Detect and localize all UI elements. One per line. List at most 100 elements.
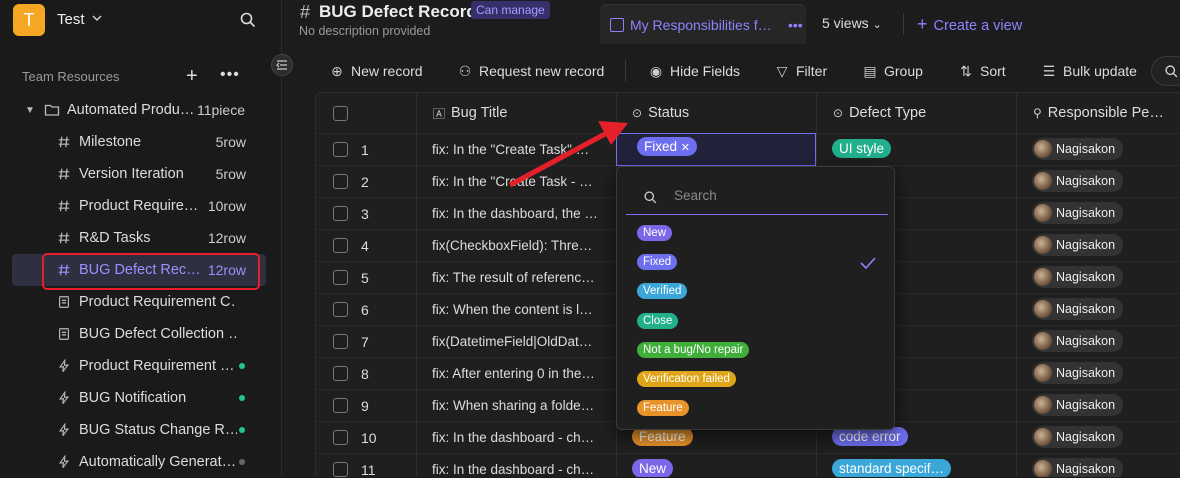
bug-title-cell[interactable]: fix: When the content is l… [432, 302, 602, 317]
status-option[interactable]: Not a bug/No repair [637, 341, 750, 358]
responsible-person[interactable]: Nagisakon [1032, 234, 1124, 256]
status-tag-label: Fixed [644, 139, 678, 154]
sidebar-item-label: BUG Defect Collection … [79, 326, 237, 342]
row-checkbox[interactable] [333, 366, 348, 381]
search-icon[interactable] [239, 11, 257, 29]
tab-my-responsibilities[interactable]: My Responsibilities f… ••• [600, 4, 806, 44]
more-icon[interactable]: ••• [788, 17, 803, 33]
sidebar-item[interactable]: Product Requirement … [12, 350, 266, 382]
filter-button[interactable]: ▽ Filter [774, 63, 828, 80]
row-checkbox[interactable] [333, 238, 348, 253]
responsible-person[interactable]: Nagisakon [1032, 138, 1124, 160]
sort-label: Sort [980, 63, 1006, 79]
more-icon[interactable]: ••• [220, 66, 240, 84]
sidebar-item[interactable]: BUG Defect Collection … [12, 318, 266, 350]
create-view-button[interactable]: + Create a view [917, 14, 1022, 35]
avatar [1034, 332, 1052, 350]
dropdown-search[interactable]: Search [626, 179, 888, 215]
add-icon[interactable]: + [186, 66, 198, 86]
row-checkbox[interactable] [333, 462, 348, 477]
status-option[interactable]: Feature [637, 400, 689, 417]
select-field-icon: ⊙ [632, 106, 643, 120]
bug-title-cell[interactable]: fix(DatetimeField|OldDat… [432, 334, 602, 349]
plus-circle-icon: ⊕ [331, 63, 343, 79]
workspace-name[interactable]: Test [57, 11, 85, 28]
page-description[interactable]: No description provided [299, 24, 430, 38]
row-checkbox[interactable] [333, 398, 348, 413]
status-option[interactable]: Verified [637, 283, 688, 300]
remove-icon[interactable]: ✕ [681, 142, 690, 154]
table-search-button[interactable] [1151, 56, 1180, 86]
sidebar-item-label: Milestone [79, 134, 142, 150]
sidebar-item[interactable]: Product Require… 10row [12, 190, 266, 222]
person-name: Nagisakon [1056, 270, 1116, 284]
row-checkbox[interactable] [333, 206, 348, 221]
defect-type-tag[interactable]: UI style [832, 139, 892, 158]
collapse-sidebar-button[interactable] [271, 54, 293, 76]
bug-title-cell[interactable]: fix(CheckboxField): Thre… [432, 238, 602, 253]
responsible-person[interactable]: Nagisakon [1032, 330, 1124, 352]
sidebar-item[interactable]: BUG Status Change R… [12, 414, 266, 446]
responsible-person[interactable]: Nagisakon [1032, 426, 1124, 448]
bulk-update-button[interactable]: ☰ Bulk update [1041, 63, 1137, 80]
sort-button[interactable]: ⇅ Sort [958, 63, 1006, 80]
responsible-person[interactable]: Nagisakon [1032, 266, 1124, 288]
column-header-responsible[interactable]: ⚲ Responsible Pe… [1033, 93, 1164, 133]
select-field-icon: ⊙ [833, 106, 844, 120]
workspace-avatar[interactable]: T [13, 4, 45, 36]
column-header-status[interactable]: ⊙ Status [632, 93, 689, 133]
bug-title-cell[interactable]: fix: After entering 0 in the… [432, 366, 602, 381]
folder-item[interactable]: ▼ Automated Produ… 11piece [12, 94, 266, 126]
row-checkbox[interactable] [333, 270, 348, 285]
row-number: 1 [361, 142, 369, 158]
bug-title-cell[interactable]: fix: In the "Create Task" … [432, 142, 602, 157]
bug-title-cell[interactable]: fix: When sharing a folde… [432, 398, 602, 413]
row-checkbox[interactable] [333, 142, 348, 157]
eye-icon: ◉ [649, 63, 663, 79]
column-header-defect-type[interactable]: ⊙ Defect Type [833, 93, 926, 133]
responsible-person[interactable]: Nagisakon [1032, 298, 1124, 320]
responsible-person[interactable]: Nagisakon [1032, 362, 1124, 384]
responsible-person[interactable]: Nagisakon [1032, 394, 1124, 416]
request-new-record-button[interactable]: ⚇ Request new record [457, 63, 605, 80]
new-record-button[interactable]: ⊕ New record [329, 63, 422, 80]
sidebar-item[interactable]: BUG Notification [12, 382, 266, 414]
row-checkbox[interactable] [333, 174, 348, 189]
responsible-person[interactable]: Nagisakon [1032, 458, 1124, 477]
search-placeholder[interactable]: Search [674, 188, 717, 203]
bug-title-cell[interactable]: fix: The result of referenc… [432, 270, 602, 285]
chevron-down-icon[interactable] [91, 12, 103, 24]
sidebar-item[interactable]: Product Requirement C… [12, 286, 266, 318]
select-all-checkbox[interactable] [333, 106, 348, 121]
column-label: Defect Type [849, 105, 927, 121]
row-number: 3 [361, 206, 369, 222]
column-header-bug-title[interactable]: 🄰 Bug Title [433, 93, 507, 133]
bug-title-cell[interactable]: fix: In the dashboard - ch… [432, 462, 602, 477]
status-cell-editing[interactable]: Fixed ✕ [616, 133, 816, 166]
responsible-person[interactable]: Nagisakon [1032, 202, 1124, 224]
row-checkbox[interactable] [333, 302, 348, 317]
person-icon: ⚲ [1033, 106, 1042, 120]
caret-down-icon[interactable]: ▼ [22, 102, 38, 118]
chevron-down-icon: ⌄ [872, 19, 882, 31]
bug-title-cell[interactable]: fix: In the dashboard - ch… [432, 430, 602, 445]
bug-title-cell[interactable]: fix: In the "Create Task - … [432, 174, 602, 189]
group-button[interactable]: ▤ Group [862, 63, 923, 80]
sidebar-item[interactable]: Milestone 5row [12, 126, 266, 158]
sidebar-item[interactable]: Automatically Generat… [12, 446, 266, 478]
row-checkbox[interactable] [333, 334, 348, 349]
defect-type-tag[interactable]: standard specif… [832, 459, 952, 477]
status-dot [239, 363, 245, 369]
hide-fields-button[interactable]: ◉ Hide Fields [648, 63, 740, 80]
status-option[interactable]: Verification failed [637, 371, 736, 387]
responsible-person[interactable]: Nagisakon [1032, 170, 1124, 192]
bug-title-cell[interactable]: fix: In the dashboard, the … [432, 206, 602, 221]
status-option[interactable]: Fixed [637, 254, 678, 271]
sidebar-item[interactable]: Version Iteration 5row [12, 158, 266, 190]
row-checkbox[interactable] [333, 430, 348, 445]
status-option[interactable]: New [637, 225, 673, 241]
views-dropdown[interactable]: 5 views ⌄ [822, 15, 882, 31]
status-option[interactable]: Close [637, 312, 679, 329]
status-tag[interactable]: New [632, 459, 674, 477]
sidebar-item[interactable]: R&D Tasks 12row [12, 222, 266, 254]
